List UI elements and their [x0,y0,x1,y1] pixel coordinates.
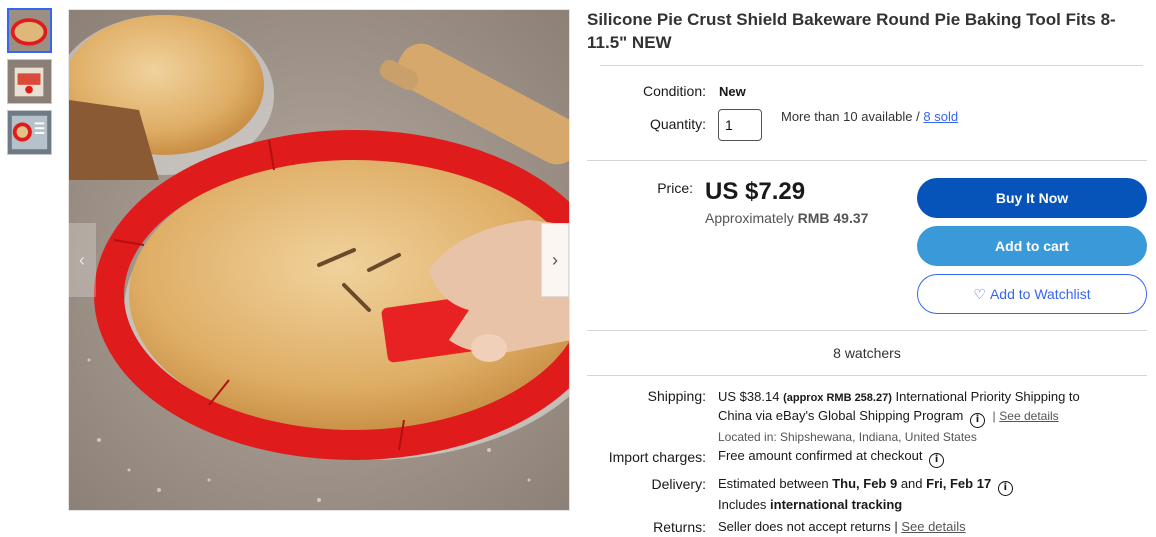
tracking-type: international tracking [770,497,903,512]
info-icon[interactable]: i [997,481,1013,496]
info-icon[interactable]: i [969,413,985,428]
shipping-cost: US $38.14 [718,389,780,404]
buy-it-now-button[interactable]: Buy It Now [917,178,1147,218]
shipping-see-details-link[interactable]: See details [999,409,1058,423]
main-product-image[interactable] [68,9,570,511]
divider [587,375,1147,376]
availability-text: More than 10 available / 8 sold [781,109,958,124]
returns-label: Returns: [653,519,706,535]
chevron-left-icon: ‹ [79,249,85,270]
condition-value: New [719,84,746,99]
approx-value: RMB 49.37 [797,210,869,226]
divider [600,65,1143,66]
item-title: Silicone Pie Crust Shield Bakeware Round… [587,10,1116,52]
delivery-date-start: Thu, Feb 9 [832,476,898,491]
delivery-estimate: Estimated between Thu, Feb 9 and Fri, Fe… [718,475,1013,514]
watchlist-label: Add to Watchlist [989,286,1091,302]
thumbnail-1[interactable] [7,8,52,53]
price-label: Price: [657,180,693,196]
add-to-cart-button[interactable]: Add to cart [917,226,1147,266]
approx-prefix: Approximately [705,210,794,226]
returns-policy: Seller does not accept returns | [718,519,898,534]
listing-info: Silicone Pie Crust Shield Bakeware Round… [587,8,1147,54]
thumbnail-strip [7,8,53,161]
quantity-label: Quantity: [649,116,706,132]
import-charges-label: Import charges: [608,449,706,465]
next-image-arrow[interactable]: › [541,223,569,297]
condition-label: Condition: [642,83,706,99]
delivery-date-end: Fri, Feb 17 [926,476,992,491]
price-value: US $7.29 [705,178,806,205]
shipping-service-1: International Priority Shipping to [895,389,1080,404]
heart-icon: ♡ [973,285,986,302]
returns-see-details-link[interactable]: See details [901,519,965,534]
sold-count-link[interactable]: 8 sold [923,109,958,124]
availability-count: More than 10 available / [781,109,920,124]
delivery-label: Delivery: [651,476,706,492]
thumbnail-3[interactable] [7,110,52,155]
shipping-approx: (approx RMB 258.27) [783,392,892,404]
add-to-watchlist-button[interactable]: ♡ Add to Watchlist [917,274,1147,314]
info-icon[interactable]: i [929,453,945,468]
shipping-details: US $38.14 (approx RMB 258.27) Internatio… [718,389,1080,444]
returns-info: Seller does not accept returns | See det… [718,519,966,534]
delivery-and: and [900,476,923,491]
tracking-prefix: Includes [718,497,767,512]
shipping-service-2: China via eBay's Global Shipping Program [718,408,964,423]
divider [587,330,1147,331]
item-location: Located in: Shipshewana, Indiana, United… [718,430,977,444]
quantity-input[interactable] [718,109,762,141]
thumbnail-2[interactable] [7,59,52,104]
chevron-right-icon: › [552,249,558,270]
import-charges-value: Free amount confirmed at checkout i [718,448,945,468]
watchers-count: 8 watchers [833,345,901,361]
import-charges-text: Free amount confirmed at checkout [718,448,923,463]
shipping-label: Shipping: [647,388,706,404]
previous-image-arrow[interactable]: ‹ [68,223,96,297]
delivery-prefix: Estimated between [718,476,829,491]
approx-price: Approximately RMB 49.37 [705,210,868,226]
pie-shield-photo [69,10,569,510]
divider [587,160,1147,161]
